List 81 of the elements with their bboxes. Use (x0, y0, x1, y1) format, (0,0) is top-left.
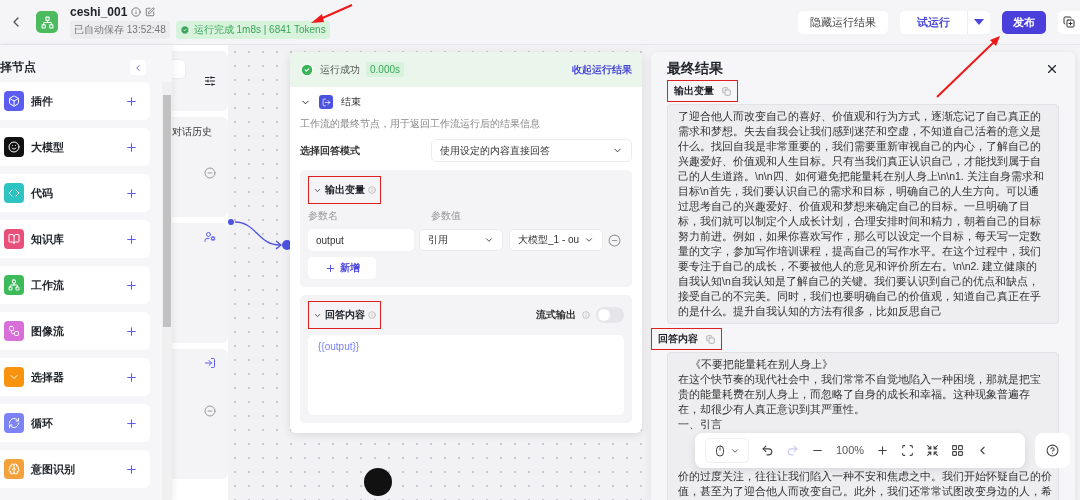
pointer-mode-button[interactable] (705, 438, 749, 463)
node-description: 工作流的最终节点，用于返回工作流运行后的结果信息 (300, 117, 541, 131)
node-item[interactable]: 插件 (0, 82, 150, 120)
node-item[interactable]: 知识库 (0, 220, 150, 258)
add-icon[interactable] (125, 94, 138, 108)
add-button[interactable]: 新增 (308, 257, 376, 279)
node-item[interactable]: 循环 (0, 404, 150, 442)
add-icon[interactable] (125, 416, 138, 430)
plus-icon (324, 262, 336, 274)
panel-title: 择节点 (0, 59, 36, 76)
add-icon[interactable] (125, 370, 138, 384)
workflow-title: ceshi_001 (70, 5, 128, 19)
info-icon (368, 186, 376, 194)
connection-line (228, 219, 292, 251)
add-icon[interactable] (125, 186, 138, 200)
help-icon (1046, 444, 1059, 457)
node-item[interactable]: 图像流 (0, 312, 150, 350)
column-label: 参数值 (431, 210, 461, 223)
import-icon[interactable] (204, 357, 216, 369)
node-item[interactable]: 大模型 (0, 128, 150, 166)
node-item[interactable]: 选择器 (0, 358, 150, 396)
section-title: 回答内容 (651, 328, 722, 350)
stream-toggle[interactable] (596, 307, 624, 323)
annotation-arrow (936, 36, 1000, 98)
answer-line: 一、引言 (678, 417, 723, 432)
add-icon[interactable] (125, 462, 138, 476)
success-icon (300, 62, 314, 77)
output-text: 了迎合他人而改变自己的喜好、价值观和行为方式，逐渐忘记了自己真正的需求和梦想。失去自我会让我们感到迷茫和空虚，不知道自己活着的意义是什么。找回自我是非常重要的，我们需要重新审视自己的内心，了解自己的兴趣爱好、价值观和人生目标。只有当我们真正认识自己，才能找到属于自己的人生道路。\n\n四、如何避免把能量耗在别人身上\n\n1. 关注自身需求和目标\n首先，我们要认识自己的需求和目标，明确自己的人生方向。可以通过思考自己的兴趣爱好、价值观和梦想来确定自己的目标。一旦明确了目标，我们就可以制定个人成长计划，合理安排时间和精力，朝着自己的目标努力前进。例如，如果你喜欢写作，那么可以设定一个目标，每天写一定数量的文字，参加写作培训课程，提高自己的写作水平。在这个过程中，我们要专注于自己的成长，不要被他人的意见和评价所左右。\n\n2. 建立健康的自我认知\n自我认知是了解自己的关键。我们要认识到自己的优点和缺点，接受自己的不完美。同时，我们也要明确自己的价值观，知道自己真正在乎的是什么。提升自我认知的方法有很多，比如反思自己 (667, 104, 1059, 324)
workflow-logo-icon (36, 11, 58, 33)
answer-line: 在这个快节奏的现代社会中，我们常常不自觉地陷入一种困境，那就是把宝贵的能量耗费在别人身上，而忽略了自身的成长和幸福。这种现象普遍存在，却很少有人真正意识到其严重性。 (678, 372, 1042, 417)
section-title[interactable]: 输出变量 (308, 176, 381, 204)
collapse-results-link[interactable]: 收起运行结果 (572, 62, 632, 77)
annotation-arrow (311, 4, 353, 23)
node-title: 结束 (341, 95, 361, 109)
end-icon (319, 95, 333, 109)
fit-view-icon[interactable] (901, 444, 915, 457)
publish-button[interactable]: 发布 (1002, 10, 1046, 34)
run-status-badge: 运行完成 1m8s | 6841 Tokens (175, 21, 330, 39)
autosave-status: 已自动保存 13:52:48 (70, 21, 170, 39)
field-label: 选择回答模式 (300, 143, 361, 158)
copy-icon[interactable] (1058, 10, 1080, 34)
add-icon[interactable] (125, 140, 138, 154)
floating-logo-icon[interactable] (364, 468, 392, 496)
grid-icon[interactable] (951, 444, 965, 457)
ref-value-select[interactable]: 大模型_1 - ou (509, 229, 603, 251)
settings-icon[interactable] (204, 75, 216, 87)
chevron-down-icon (484, 235, 494, 245)
edit-icon[interactable] (145, 7, 156, 17)
section-title: 输出变量 (667, 80, 738, 102)
mouse-icon (714, 444, 726, 457)
hide-results-button[interactable]: 隐藏运行结果 (798, 10, 888, 34)
answer-line: 《不要把能量耗在别人身上》 (689, 357, 834, 372)
chevron-down-icon (584, 235, 594, 245)
remove-icon[interactable] (608, 233, 621, 247)
dropdown-field[interactable] (172, 59, 186, 79)
chevron-left-icon (133, 62, 143, 73)
zoom-in-icon[interactable] (876, 444, 890, 457)
run-status: 运行成功 (320, 62, 360, 77)
column-label: 参数名 (308, 210, 339, 223)
add-icon[interactable] (125, 232, 138, 246)
add-icon[interactable] (125, 278, 138, 292)
node-item[interactable]: 工作流 (0, 266, 150, 304)
duration-badge: 0.000s (366, 62, 405, 77)
panel-title: 最终结果 (667, 60, 723, 78)
undo-icon[interactable] (761, 444, 774, 457)
ref-type-select[interactable]: 引用 (419, 229, 503, 251)
node-item[interactable]: 意图识别 (0, 450, 150, 488)
user-settings-icon[interactable] (204, 231, 216, 243)
node-item[interactable]: 代码 (0, 174, 150, 212)
info-icon (368, 311, 376, 319)
close-icon[interactable] (1045, 62, 1059, 76)
add-icon[interactable] (125, 324, 138, 338)
zoom-level: 100% (836, 443, 865, 458)
help-button[interactable] (1035, 433, 1070, 468)
answer-mode-select[interactable]: 使用设定的内容直接回答 (431, 139, 632, 162)
option-label: 对话历史 (172, 125, 212, 139)
collapse-icon[interactable] (926, 444, 940, 457)
section-title[interactable]: 回答内容 (308, 301, 381, 329)
scrollbar[interactable] (162, 82, 172, 500)
stream-label: 流式输出 (536, 308, 576, 322)
param-name-field[interactable]: output (308, 229, 414, 251)
